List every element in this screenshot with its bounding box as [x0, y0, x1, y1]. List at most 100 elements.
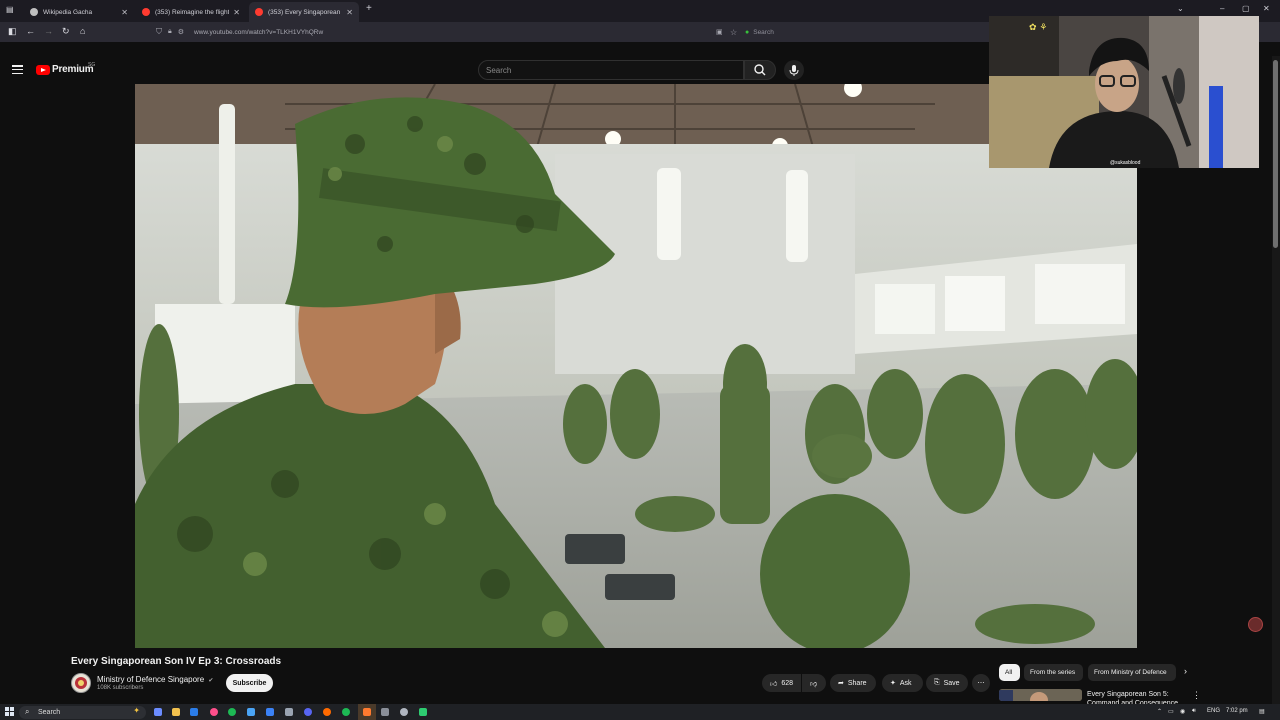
tab-list-icon[interactable]: ▤ — [6, 5, 14, 14]
tab-overflow-chevron-icon[interactable]: ⌄ — [1177, 4, 1184, 13]
video-frame-soldiers-hall — [135, 84, 1137, 648]
microphone-icon — [789, 65, 799, 76]
recommended-video-title[interactable]: Every Singaporean Son 5: Command and Con… — [1087, 690, 1185, 704]
media-app-icon[interactable] — [210, 708, 218, 716]
tab-title: (353) Reimagine the flight — [155, 8, 230, 16]
copilot-sparkle-icon: ✦ — [133, 706, 140, 715]
forward-arrow-icon[interactable]: → — [44, 26, 53, 36]
youtube-logo-icon[interactable] — [36, 65, 50, 75]
browser-search-field[interactable]: ● Search — [745, 25, 985, 39]
video-title: Every Singaporean Son IV Ep 3: Crossroad… — [71, 656, 282, 667]
more-dots-icon: ⋯ — [977, 680, 985, 687]
taskbar-search-icon: ⌕ — [25, 707, 30, 716]
app-icon-generic[interactable] — [381, 708, 389, 716]
permissions-icon[interactable]: ⚙ — [178, 28, 184, 36]
task-view-icon[interactable] — [154, 708, 162, 716]
more-actions-button[interactable]: ⋯ — [972, 674, 990, 692]
channel-avatar[interactable] — [71, 673, 91, 693]
chip-from-channel[interactable]: From Ministry of Defence — [1088, 664, 1176, 681]
browser-tab-every-singaporean-son[interactable]: (353) Every Singaporean So ✕ — [249, 2, 359, 22]
tab-title: (353) Every Singaporean So — [268, 8, 343, 16]
lock-icon[interactable]: 🔒︎ — [168, 28, 172, 36]
sidebar-toggle-icon[interactable]: ◧ — [8, 26, 17, 37]
search-button[interactable] — [744, 60, 776, 80]
translate-icon[interactable]: ▣ — [716, 28, 723, 36]
channel-name: Ministry of Defence Singapore — [97, 675, 205, 684]
address-bar[interactable]: ⛉ 🔒︎ ⚙ www.youtube.com/watch?v=TLKH1VYhQ… — [150, 25, 740, 39]
firefox-icon[interactable] — [323, 708, 331, 716]
back-arrow-icon[interactable]: ← — [26, 26, 35, 36]
thumbs-up-icon: 👍︎ — [770, 680, 778, 688]
streamer-handle: @sukasblood — [1110, 160, 1141, 166]
chips-next-chevron-icon[interactable]: › — [1184, 666, 1187, 676]
subscriber-count: 108K subscribers — [97, 685, 144, 691]
close-window-icon[interactable]: ✕ — [1263, 4, 1270, 13]
thumbs-down-icon: 👎︎ — [810, 680, 818, 688]
terminal-icon[interactable] — [285, 708, 293, 716]
home-icon[interactable]: ⌂ — [80, 26, 85, 36]
channel-name-link[interactable]: Ministry of Defence Singapore ✔ — [97, 675, 213, 684]
taskbar-search-box[interactable]: ⌕ Search ✦ — [19, 706, 146, 719]
spotify-icon[interactable] — [228, 708, 236, 716]
channel-watermark-icon[interactable] — [1248, 617, 1263, 632]
tab-title: Wikipedia Gacha — [43, 8, 93, 16]
spotify-alt-icon[interactable] — [342, 708, 350, 716]
youtube-search-input[interactable]: Search — [478, 60, 744, 80]
dislike-button[interactable]: 👎︎ — [802, 674, 826, 692]
chip-all[interactable]: All — [999, 664, 1020, 681]
app-icon-green[interactable] — [419, 708, 427, 716]
youtube-favicon-icon — [142, 8, 150, 16]
ask-button[interactable]: ✦ Ask — [882, 674, 923, 692]
voice-search-button[interactable] — [784, 60, 804, 80]
sparkle-icon: ✦ — [890, 680, 896, 687]
thumbnail-image — [999, 690, 1082, 701]
tray-overflow-chevron-icon[interactable]: ⌃ — [1157, 708, 1162, 715]
file-explorer-icon[interactable] — [172, 708, 180, 716]
streamer-webcam-feed: ✿ ⚘ — [989, 16, 1259, 168]
shield-icon[interactable]: ⛉ — [156, 27, 162, 37]
like-button[interactable]: 👍︎ 628 — [762, 674, 801, 692]
discord-icon[interactable] — [304, 708, 312, 716]
mindef-crest-icon — [75, 677, 87, 689]
browser-search-placeholder: Search — [753, 28, 774, 36]
ask-label: Ask — [899, 679, 912, 687]
video-player[interactable] — [135, 84, 1137, 648]
reload-icon[interactable]: ↻ — [62, 26, 70, 37]
browser-app-icon[interactable] — [190, 708, 198, 716]
close-tab-icon[interactable]: ✕ — [346, 8, 353, 17]
windows-taskbar: ⌕ Search ✦ ⌃ ▭ ◉ 🔊︎ ENG 7:02 pm ▤ — [0, 704, 1280, 720]
clock-time[interactable]: 7:02 pm — [1226, 708, 1248, 714]
share-button[interactable]: ➦ Share — [830, 674, 876, 692]
bookmark-star-icon[interactable]: ☆ — [730, 28, 737, 37]
recommended-video-thumbnail[interactable] — [999, 689, 1082, 701]
recommendation-more-icon[interactable]: ⋮ — [1192, 690, 1201, 701]
browser-tab-reimagine[interactable]: (353) Reimagine the flight ✕ — [136, 2, 246, 22]
url-text: www.youtube.com/watch?v=TLKH1VYhQRw — [194, 28, 324, 36]
tray-app-icon[interactable]: ▭ — [1168, 708, 1174, 715]
subscribe-button[interactable]: Subscribe — [226, 674, 273, 692]
notification-icon[interactable]: ▤ — [1259, 708, 1265, 715]
telegram-icon[interactable] — [266, 708, 274, 716]
hamburger-menu-icon[interactable] — [12, 65, 23, 75]
obs-icon[interactable] — [363, 708, 371, 716]
close-tab-icon[interactable]: ✕ — [233, 8, 240, 17]
search-placeholder: Search — [486, 66, 512, 75]
network-icon[interactable]: ◉ — [1180, 708, 1185, 715]
save-button[interactable]: ⎘ Save — [926, 674, 968, 692]
windows-start-icon[interactable] — [5, 707, 14, 716]
chrome-app-icon[interactable] — [247, 708, 255, 716]
share-label: Share — [847, 679, 867, 687]
minimize-window-icon[interactable]: – — [1220, 4, 1224, 13]
chip-from-the-series[interactable]: From the series — [1024, 664, 1083, 681]
maximize-window-icon[interactable]: ▢ — [1242, 4, 1250, 13]
browser-tab-wikipedia[interactable]: Wikipedia Gacha ✕ — [24, 2, 134, 22]
new-tab-button[interactable]: + — [366, 3, 372, 14]
youtube-favicon-icon — [255, 8, 263, 16]
language-indicator[interactable]: ENG — [1207, 708, 1220, 714]
page-scrollbar-thumb[interactable] — [1273, 60, 1278, 248]
settings-gear-icon[interactable] — [400, 708, 408, 716]
wikipedia-favicon-icon — [30, 8, 38, 16]
volume-icon[interactable]: 🔊︎ — [1192, 708, 1196, 715]
webcam-overlay: ✿ ⚘ @sukasblood — [989, 16, 1259, 168]
close-tab-icon[interactable]: ✕ — [121, 8, 128, 17]
